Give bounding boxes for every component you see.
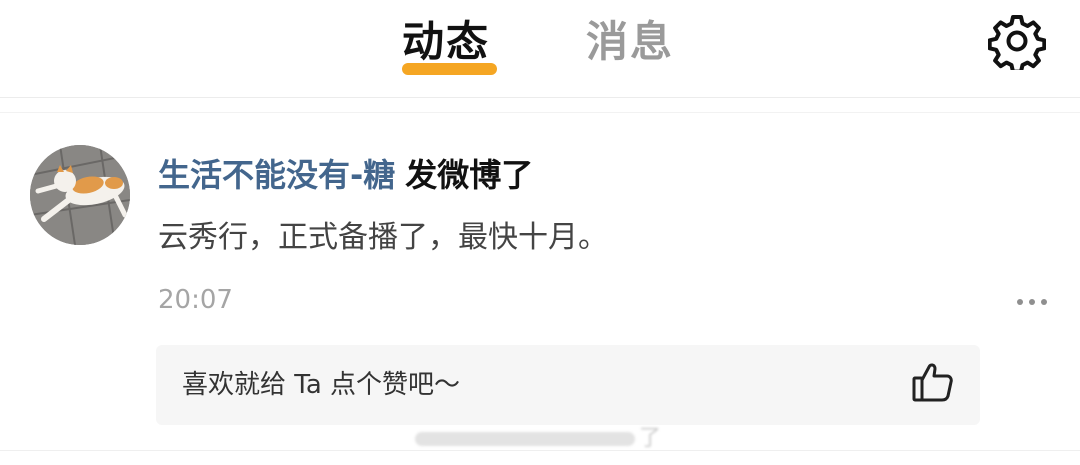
- active-tab-indicator: [402, 63, 497, 75]
- more-options-button[interactable]: [1010, 286, 1054, 316]
- next-item-fragment: 了: [415, 428, 661, 450]
- blurred-text-bar: [415, 432, 635, 446]
- like-button[interactable]: [910, 359, 956, 405]
- gear-icon: [987, 15, 1047, 74]
- app-screen: 动态 消息 生活不能没有-糖 发微博了 云秀行，正式备播了，最快十月。 20:0…: [0, 0, 1080, 465]
- next-item-text: 了: [639, 426, 662, 451]
- like-prompt-box[interactable]: 喜欢就给 Ta 点个赞吧～: [156, 345, 980, 425]
- header-divider: [0, 97, 1080, 98]
- cat-avatar-image: [30, 145, 130, 245]
- thumbs-up-icon: [912, 363, 953, 402]
- post-headline: 生活不能没有-糖 发微博了: [158, 150, 533, 200]
- post-time: 20:07: [158, 285, 233, 315]
- top-tab-bar: 动态 消息: [0, 0, 1080, 96]
- section-divider: [0, 112, 1080, 113]
- avatar[interactable]: [30, 145, 130, 245]
- item-divider: [0, 450, 1080, 451]
- post-content[interactable]: 云秀行，正式备播了，最快十月。: [158, 214, 608, 262]
- user-name-link[interactable]: 生活不能没有-糖: [158, 156, 395, 194]
- like-prompt-text: 喜欢就给 Ta 点个赞吧～: [182, 370, 461, 400]
- more-dots-icon: [1017, 299, 1047, 305]
- action-text: 发微博了: [405, 156, 534, 194]
- tab-messages[interactable]: 消息: [586, 14, 674, 70]
- settings-button[interactable]: [987, 12, 1047, 74]
- tab-dynamics[interactable]: 动态: [402, 14, 490, 70]
